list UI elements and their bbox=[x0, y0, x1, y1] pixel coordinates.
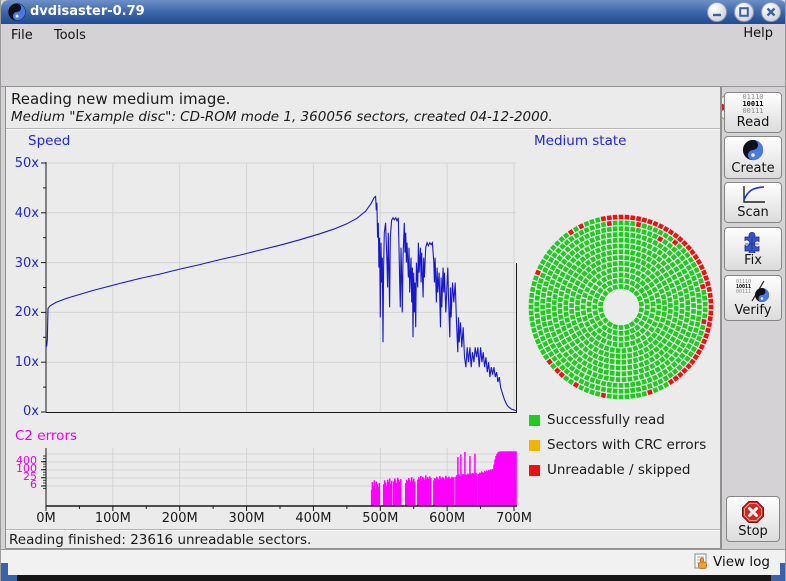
c2-errors-title: C2 errors bbox=[15, 428, 77, 444]
orange-swatch-icon bbox=[529, 440, 540, 451]
app-logo-yinyang-icon bbox=[8, 3, 26, 21]
minimize-button[interactable] bbox=[707, 2, 727, 22]
scan-button[interactable]: Scan bbox=[724, 182, 782, 223]
stop-button[interactable]: Stop bbox=[726, 496, 780, 542]
action-status-line: Reading new medium image. bbox=[11, 90, 230, 108]
read-button[interactable]: 011101001100111 Read bbox=[724, 92, 782, 133]
medium-state-disc bbox=[525, 211, 717, 403]
window-title: dvdisaster-0.79 bbox=[30, 0, 145, 24]
close-button[interactable] bbox=[761, 2, 781, 22]
create-yinyang-icon bbox=[742, 139, 764, 161]
separator bbox=[6, 128, 720, 130]
stop-octagon-icon bbox=[741, 500, 765, 524]
separator bbox=[721, 86, 722, 549]
app-window: dvdisaster-0.79 File Tools Help Optical … bbox=[0, 0, 786, 581]
menu-tools[interactable]: Tools bbox=[46, 26, 94, 45]
legend-item-crc: Sectors with CRC errors bbox=[529, 435, 706, 455]
view-log-button[interactable]: View log bbox=[694, 551, 770, 573]
fix-button[interactable]: Fix bbox=[724, 227, 782, 271]
verify-button[interactable]: 011101001100111 Verify bbox=[724, 275, 782, 321]
fix-puzzle-icon bbox=[741, 229, 765, 253]
menu-help[interactable]: Help bbox=[735, 24, 781, 43]
menu-bar: File Tools Help bbox=[1, 24, 786, 44]
menu-file[interactable]: File bbox=[3, 26, 41, 45]
speed-chart-title: Speed bbox=[28, 133, 70, 149]
window-frame-bottom bbox=[1, 575, 786, 581]
separator bbox=[6, 529, 720, 531]
toolbar: Optical drive 52X FW 1.02 011 10011 0011… bbox=[1, 44, 786, 87]
footer-status: Reading finished: 23616 unreadable secto… bbox=[9, 532, 311, 548]
legend: Successfully read Sectors with CRC error… bbox=[529, 410, 706, 480]
c2-errors-chart bbox=[34, 445, 519, 515]
legend-item-bad: Unreadable / skipped bbox=[529, 460, 706, 480]
title-bar[interactable]: dvdisaster-0.79 bbox=[1, 0, 786, 25]
corner-grip[interactable] bbox=[771, 575, 786, 581]
verify-icon: 011101001100111 bbox=[736, 279, 770, 303]
red-swatch-icon bbox=[529, 465, 540, 476]
legend-item-ok: Successfully read bbox=[529, 410, 706, 430]
maximize-button[interactable] bbox=[734, 2, 754, 22]
medium-info-line: Medium "Example disc": CD-ROM mode 1, 36… bbox=[11, 109, 553, 125]
medium-state-title: Medium state bbox=[534, 133, 626, 149]
green-swatch-icon bbox=[529, 415, 540, 426]
window-bottom-strip bbox=[1, 549, 786, 575]
view-log-icon bbox=[694, 553, 711, 571]
read-binary-icon: 011101001100111 bbox=[742, 94, 763, 115]
scan-curve-icon bbox=[740, 185, 766, 205]
corner-grip[interactable] bbox=[1, 575, 17, 581]
create-button[interactable]: Create bbox=[724, 136, 782, 179]
speed-chart bbox=[38, 160, 519, 416]
